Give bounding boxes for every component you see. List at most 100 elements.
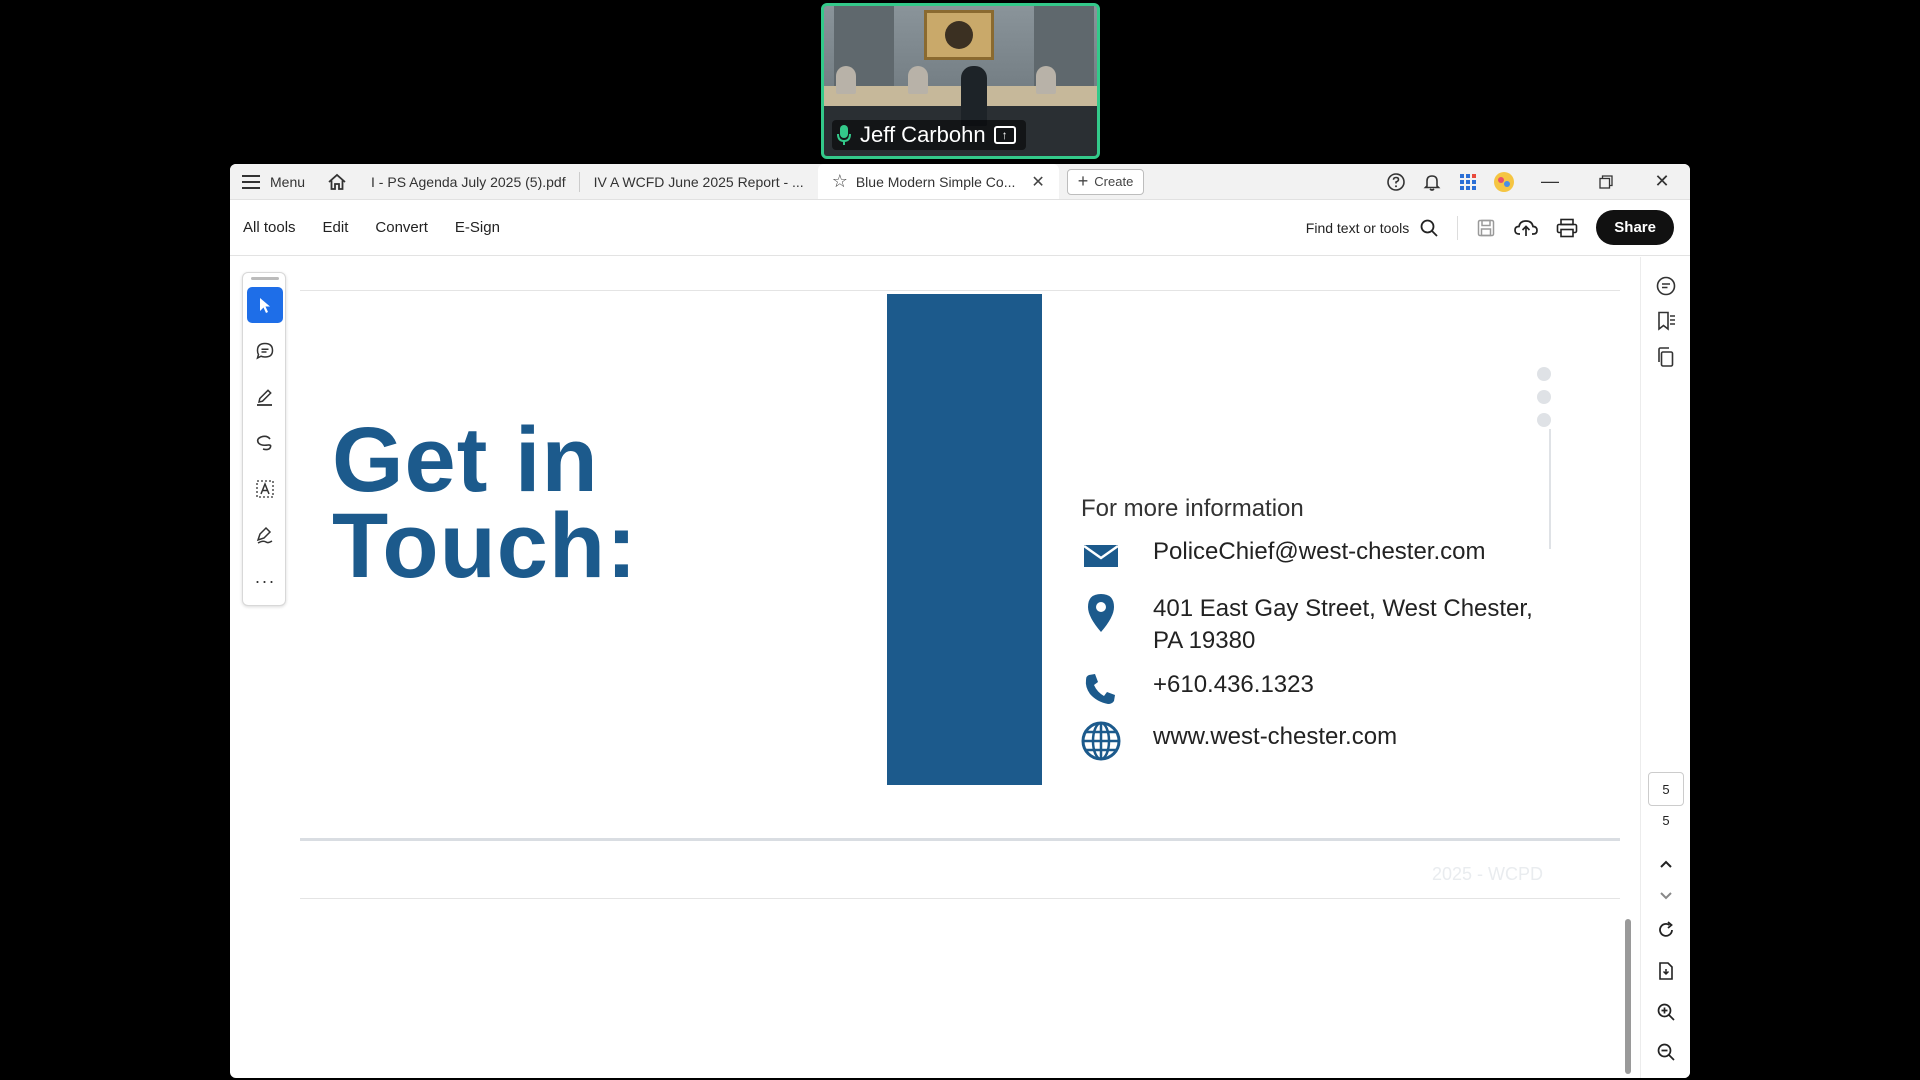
help-icon xyxy=(1387,172,1405,191)
edit-menu[interactable]: Edit xyxy=(323,219,349,236)
email-row: PoliceChief@west-chester.com xyxy=(1081,536,1485,576)
phone-icon xyxy=(1081,669,1121,709)
chevron-up-icon xyxy=(1660,860,1672,868)
draw-tool-button[interactable] xyxy=(247,425,283,461)
print-icon[interactable] xyxy=(1556,218,1578,238)
notifications-button[interactable] xyxy=(1414,164,1450,199)
zoom-out-icon xyxy=(1657,1043,1675,1061)
total-pages: 5 xyxy=(1662,813,1670,828)
scrollbar-thumb[interactable] xyxy=(1625,919,1631,1074)
menu-label: Menu xyxy=(270,173,306,190)
bookmarks-button[interactable] xyxy=(1649,304,1683,338)
previous-page-button[interactable] xyxy=(1649,847,1683,881)
pages-button[interactable] xyxy=(1649,340,1683,374)
text-tool-button[interactable] xyxy=(247,471,283,507)
cursor-icon xyxy=(260,298,270,313)
participant-video-tile[interactable]: Jeff Carbohn ↑ xyxy=(821,3,1100,159)
address-line: PA 19380 xyxy=(1153,627,1256,654)
search-icon xyxy=(1420,219,1438,237)
sign-tool-button[interactable] xyxy=(247,517,283,553)
phone-text: +610.436.1323 xyxy=(1153,671,1314,698)
tab-document-3[interactable]: ☆ Blue Modern Simple Co... ✕ xyxy=(817,164,1059,199)
convert-menu[interactable]: Convert xyxy=(375,219,428,236)
zoom-in-button[interactable] xyxy=(1649,995,1683,1029)
avatar-icon xyxy=(1494,171,1514,192)
comment-icon xyxy=(256,342,274,360)
divider xyxy=(1457,215,1459,240)
pdf-page: Get in Touch: For more information Polic… xyxy=(300,257,1620,1078)
headline-line: Get in xyxy=(332,409,599,511)
select-tool-button[interactable] xyxy=(247,287,283,323)
tab-bar: Menu I - PS Agenda July 2025 (5).pdf IV … xyxy=(230,164,1690,200)
highlight-tool-button[interactable] xyxy=(247,379,283,415)
accent-bar xyxy=(887,294,1042,785)
minimize-icon: — xyxy=(1541,171,1559,191)
microphone-icon xyxy=(837,125,851,145)
apps-grid-icon xyxy=(1460,173,1476,190)
assistant-icon xyxy=(1656,276,1676,296)
decorative-line xyxy=(1549,429,1551,549)
speaker xyxy=(961,66,987,126)
phone-row: +610.436.1323 xyxy=(1081,669,1314,709)
text-box-icon xyxy=(256,480,274,498)
plus-icon: + xyxy=(1077,171,1089,191)
next-page-button[interactable] xyxy=(1649,879,1683,913)
star-icon[interactable]: ☆ xyxy=(832,171,848,192)
more-tools-button[interactable]: ··· xyxy=(247,563,283,599)
restore-icon xyxy=(1599,174,1613,189)
apps-button[interactable] xyxy=(1450,164,1486,199)
rotate-button[interactable] xyxy=(1649,913,1683,947)
restore-button[interactable] xyxy=(1578,164,1634,199)
seal-image xyxy=(924,10,994,60)
account-button[interactable] xyxy=(1486,164,1522,199)
close-icon: ✕ xyxy=(1654,171,1670,191)
document-icon xyxy=(1659,962,1673,980)
globe-icon xyxy=(1081,721,1121,761)
website-row: www.west-chester.com xyxy=(1081,721,1397,761)
tab-label: IV A WCFD June 2025 Report - ... xyxy=(593,173,804,190)
address-line: 401 East Gay Street, West Chester, xyxy=(1153,595,1533,622)
comment-tool-button[interactable] xyxy=(247,333,283,369)
screen-share-icon: ↑ xyxy=(993,126,1016,144)
location-pin-icon xyxy=(1081,593,1121,633)
hamburger-icon xyxy=(242,174,260,189)
save-icon[interactable] xyxy=(1476,218,1496,238)
find-text-or-tools-button[interactable]: Find text or tools xyxy=(1306,218,1440,238)
person xyxy=(908,66,928,94)
page-divider xyxy=(300,898,1620,899)
participant-name-label: Jeff Carbohn ↑ xyxy=(832,120,1026,150)
menu-button[interactable]: Menu xyxy=(230,164,317,199)
main-toolbar: All tools Edit Convert E-Sign Find text … xyxy=(230,200,1690,256)
pen-icon xyxy=(257,389,272,406)
page-headline: Get in Touch: xyxy=(332,409,638,592)
envelope-icon xyxy=(1081,536,1121,576)
email-text: PoliceChief@west-chester.com xyxy=(1153,538,1486,565)
zoom-out-button[interactable] xyxy=(1649,1035,1683,1069)
copy-pages-icon xyxy=(1658,347,1674,367)
rotate-icon xyxy=(1659,921,1673,937)
quick-tools-rail: ··· xyxy=(242,272,286,606)
all-tools-menu[interactable]: All tools xyxy=(243,219,296,236)
vertical-scrollbar[interactable] xyxy=(1625,264,1631,1074)
document-viewport[interactable]: Get in Touch: For more information Polic… xyxy=(300,257,1620,1078)
tab-document-1[interactable]: I - PS Agenda July 2025 (5).pdf xyxy=(357,164,580,199)
cloud-upload-icon[interactable] xyxy=(1514,218,1539,238)
share-button[interactable]: Share xyxy=(1596,210,1674,245)
current-page-input[interactable]: 5 xyxy=(1648,772,1684,806)
home-button[interactable] xyxy=(317,164,357,199)
ai-assistant-button[interactable] xyxy=(1649,269,1683,303)
page-fit-button[interactable] xyxy=(1649,954,1683,988)
minimize-button[interactable]: — xyxy=(1522,164,1578,199)
help-button[interactable] xyxy=(1378,164,1414,199)
decorative-dots xyxy=(1537,367,1551,436)
more-icon: ··· xyxy=(254,570,276,591)
create-button[interactable]: + Create xyxy=(1066,168,1145,195)
freehand-icon xyxy=(256,435,272,451)
drag-handle[interactable] xyxy=(251,277,279,280)
tab-label: Blue Modern Simple Co... xyxy=(855,173,1016,190)
create-label: Create xyxy=(1094,174,1134,189)
close-tab-icon[interactable]: ✕ xyxy=(1031,172,1044,192)
close-window-button[interactable]: ✕ xyxy=(1634,164,1690,199)
tab-document-2[interactable]: IV A WCFD June 2025 Report - ... xyxy=(580,164,818,199)
e-sign-menu[interactable]: E-Sign xyxy=(455,219,500,236)
